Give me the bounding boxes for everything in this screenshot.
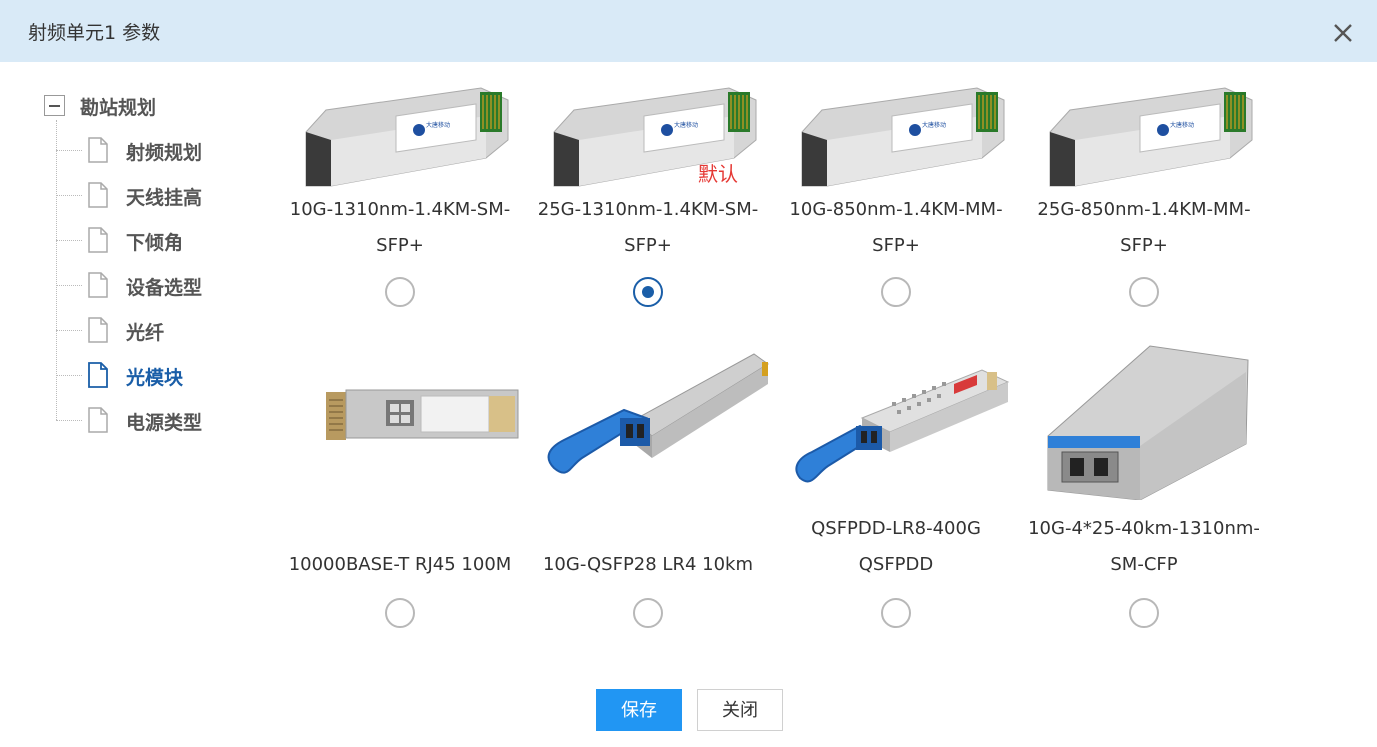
module-name: SFP+ — [1120, 235, 1168, 256]
tree-item-label: 电源类型 — [126, 412, 203, 434]
tree-item-equipment[interactable]: 设备选型 — [56, 271, 276, 301]
sfp-brand: 大唐移动 — [674, 121, 698, 129]
tree-item-downtilt[interactable]: 下倾角 — [56, 226, 276, 256]
tree-item-antenna-height[interactable]: 天线挂高 — [56, 181, 276, 211]
default-badge: 默认 — [698, 162, 738, 186]
module-name: 10G-1310nm-1.4KM-SM- — [289, 199, 511, 220]
module-name: SFP+ — [872, 235, 920, 256]
module-name: 10000BASE-T RJ45 100M — [288, 554, 512, 575]
module-name: 10G-QSFP28 LR4 10km — [542, 554, 753, 575]
close-icon[interactable] — [1328, 18, 1358, 48]
tree-item-label: 射频规划 — [126, 142, 203, 164]
module-name: 25G-1310nm-1.4KM-SM- — [537, 199, 759, 220]
document-icon — [88, 227, 108, 253]
save-button[interactable]: 保存 — [596, 689, 682, 731]
module-name: 10G-4*25-40km-1310nm- — [1028, 518, 1260, 539]
module-card[interactable]: 10G-QSFP28 LR4 10km — [524, 340, 772, 640]
module-radio[interactable] — [1129, 277, 1159, 307]
document-icon — [88, 317, 108, 343]
tree-item-rf-planning[interactable]: 射频规划 — [56, 136, 276, 166]
document-icon — [88, 182, 108, 208]
document-icon — [88, 362, 108, 388]
module-radio[interactable] — [385, 598, 415, 628]
tree-item-label: 下倾角 — [126, 232, 184, 254]
module-name: SFP+ — [376, 235, 424, 256]
module-card[interactable]: QSFPDD-LR8-400G QSFPDD — [772, 340, 1020, 640]
tree-item-fiber[interactable]: 光纤 — [56, 316, 276, 346]
cfp-module-image — [1047, 345, 1249, 500]
qsfpdd-module-image — [795, 369, 1010, 483]
sfp-brand: 大唐移动 — [1170, 121, 1194, 129]
nav-tree: 勘站规划 射频规划 天线挂高 下倾角 设备选型 光纤 光模块 电源类型 — [0, 62, 280, 562]
module-radio[interactable] — [881, 277, 911, 307]
document-icon — [88, 272, 108, 298]
close-button[interactable]: 关闭 — [697, 689, 783, 731]
module-card[interactable]: 大唐移动 10G-1310nm-1.4KM-SM- SFP+ — [276, 70, 524, 370]
tree-item-label: 光模块 — [126, 367, 184, 389]
dialog-title: 射频单元1 参数 — [28, 22, 161, 44]
sfp-brand: 大唐移动 — [426, 121, 450, 129]
module-radio[interactable] — [881, 598, 911, 628]
document-icon — [88, 137, 108, 163]
module-name: QSFPDD-LR8-400G — [811, 518, 981, 539]
tree-root-label[interactable]: 勘站规划 — [80, 93, 156, 120]
tree-item-label: 设备选型 — [126, 277, 203, 299]
module-name: 10G-850nm-1.4KM-MM- — [789, 199, 1003, 220]
sfp-brand: 大唐移动 — [922, 121, 946, 129]
document-icon — [88, 407, 108, 433]
module-radio[interactable] — [1129, 598, 1159, 628]
module-radio[interactable] — [385, 277, 415, 307]
module-name: SM-CFP — [1110, 554, 1178, 575]
module-name: SFP+ — [624, 235, 672, 256]
tree-item-label: 天线挂高 — [126, 187, 203, 209]
module-card[interactable]: 大唐移动 25G-850nm-1.4KM-MM- SFP+ — [1020, 70, 1268, 370]
module-name: 25G-850nm-1.4KM-MM- — [1037, 199, 1251, 220]
module-card[interactable]: 10000BASE-T RJ45 100M — [276, 340, 524, 640]
module-card[interactable]: 大唐移动 25G-1310nm-1.4KM-SM- SFP+ — [524, 70, 772, 370]
module-card[interactable]: 10G-4*25-40km-1310nm- SM-CFP — [1020, 340, 1268, 640]
module-name: QSFPDD — [858, 554, 934, 575]
tree-item-label: 光纤 — [126, 322, 165, 344]
collapse-minus-icon[interactable] — [44, 95, 65, 116]
module-radio[interactable] — [633, 598, 663, 628]
dialog-titlebar: 射频单元1 参数 — [0, 0, 1377, 62]
rj45-module-image — [326, 389, 519, 440]
module-card[interactable]: 大唐移动 10G-850nm-1.4KM-MM- SFP+ — [772, 70, 1020, 370]
qsfp28-module-image — [547, 353, 769, 474]
module-radio-selected[interactable] — [633, 277, 663, 307]
tree-item-optical-module[interactable]: 光模块 — [56, 361, 276, 391]
tree-item-power-type[interactable]: 电源类型 — [56, 406, 276, 436]
